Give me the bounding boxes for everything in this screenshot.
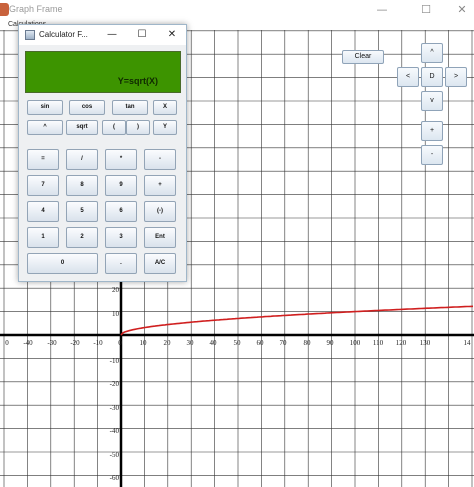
java-app-icon [0, 3, 9, 16]
maximize-button[interactable]: ☐ [416, 2, 436, 18]
digit-7-button[interactable]: 7 [27, 175, 59, 196]
sin-button[interactable]: sin [27, 100, 63, 115]
x-tick-label: -30 [47, 339, 57, 347]
cos-button[interactable]: cos [69, 100, 105, 115]
x-tick-label: 80 [304, 339, 312, 347]
x-tick-label: 50 [234, 339, 242, 347]
zoom-in-button[interactable]: + [421, 121, 443, 141]
enter-button[interactable]: Ent [144, 227, 176, 248]
digit-1-button[interactable]: 1 [27, 227, 59, 248]
y-tick-label: -20 [110, 380, 120, 388]
center-button[interactable]: D [421, 67, 443, 87]
negate-button[interactable]: (-) [144, 201, 176, 222]
x-tick-label: 100 [350, 339, 361, 347]
multiply-button[interactable]: * [105, 149, 137, 170]
pan-left-button[interactable]: < [397, 67, 419, 87]
x-tick-label: 60 [257, 339, 265, 347]
y-tick-labels: 20 10 -10 -20 -30 -40 -50 -60 [110, 286, 120, 482]
digit-4-button[interactable]: 4 [27, 201, 59, 222]
divide-button[interactable]: / [66, 149, 98, 170]
calculator-app-icon [25, 30, 35, 40]
open-paren-button[interactable]: ( [102, 120, 126, 135]
y-tick-label: -60 [110, 474, 120, 482]
pan-right-button[interactable]: > [445, 67, 467, 87]
y-tick-label: 20 [112, 286, 120, 294]
calculator-window: Calculator F... — ☐ ✕ Y=sqrt(X) sin cos … [18, 24, 187, 282]
y-tick-label: -40 [110, 427, 120, 435]
all-clear-button[interactable]: A/C [144, 253, 176, 274]
calculator-title: Calculator F... [39, 30, 88, 39]
x-tick-label: 120 [396, 339, 407, 347]
x-tick-label: 14 [464, 339, 472, 347]
x-tick-label: -10 [93, 339, 103, 347]
subtract-button[interactable]: - [144, 149, 176, 170]
x-tick-label: -20 [70, 339, 80, 347]
x-tick-label: 130 [420, 339, 431, 347]
tan-button[interactable]: tan [112, 100, 148, 115]
x-variable-button[interactable]: X [153, 100, 177, 115]
x-tick-label: 20 [164, 339, 172, 347]
y-variable-button[interactable]: Y [153, 120, 177, 135]
x-tick-label: 70 [280, 339, 288, 347]
decimal-button[interactable]: . [105, 253, 137, 274]
digit-5-button[interactable]: 5 [66, 201, 98, 222]
x-tick-label: 10 [140, 339, 148, 347]
digit-6-button[interactable]: 6 [105, 201, 137, 222]
power-button[interactable]: ^ [27, 120, 63, 135]
sqrt-button[interactable]: sqrt [66, 120, 98, 135]
pan-down-button[interactable]: v [421, 91, 443, 111]
x-tick-label: 90 [327, 339, 335, 347]
close-button[interactable]: ✕ [452, 2, 472, 18]
calculator-titlebar: Calculator F... — ☐ ✕ [19, 25, 186, 45]
digit-2-button[interactable]: 2 [66, 227, 98, 248]
y-tick-label: -10 [110, 357, 120, 365]
x-tick-label: 40 [210, 339, 218, 347]
equals-button[interactable]: = [27, 149, 59, 170]
digit-8-button[interactable]: 8 [66, 175, 98, 196]
y-tick-label: 10 [112, 310, 120, 318]
calculator-display: Y=sqrt(X) [25, 51, 181, 93]
display-expression: Y=sqrt(X) [117, 76, 158, 86]
minimize-button[interactable]: — [372, 2, 392, 18]
digit-3-button[interactable]: 3 [105, 227, 137, 248]
add-button[interactable]: + [144, 175, 176, 196]
y-tick-label: -50 [110, 451, 120, 459]
pan-up-button[interactable]: ^ [421, 43, 443, 63]
calculator-close-button[interactable]: ✕ [163, 27, 181, 43]
x-tick-label: 0 [118, 339, 122, 347]
calculator-minimize-button[interactable]: — [103, 27, 121, 43]
x-tick-label: 30 [187, 339, 195, 347]
digit-0-button[interactable]: 0 [27, 253, 98, 274]
y-tick-label: -30 [110, 404, 120, 412]
function-curve [120, 305, 474, 336]
clear-button[interactable]: Clear [342, 50, 384, 64]
x-tick-label: 0 [5, 339, 9, 347]
main-titlebar: Graph Frame — ☐ ✕ [0, 0, 474, 20]
x-tick-labels: 0 -40 -30 -20 -10 0 10 20 30 40 50 60 70 80 90 100 110 12… [5, 339, 471, 347]
calculator-maximize-button[interactable]: ☐ [133, 27, 151, 43]
x-tick-label: -40 [23, 339, 33, 347]
digit-9-button[interactable]: 9 [105, 175, 137, 196]
zoom-out-button[interactable]: - [421, 145, 443, 165]
window-title: Graph Frame [9, 4, 63, 14]
x-tick-label: 110 [373, 339, 384, 347]
close-paren-button[interactable]: ) [126, 120, 150, 135]
